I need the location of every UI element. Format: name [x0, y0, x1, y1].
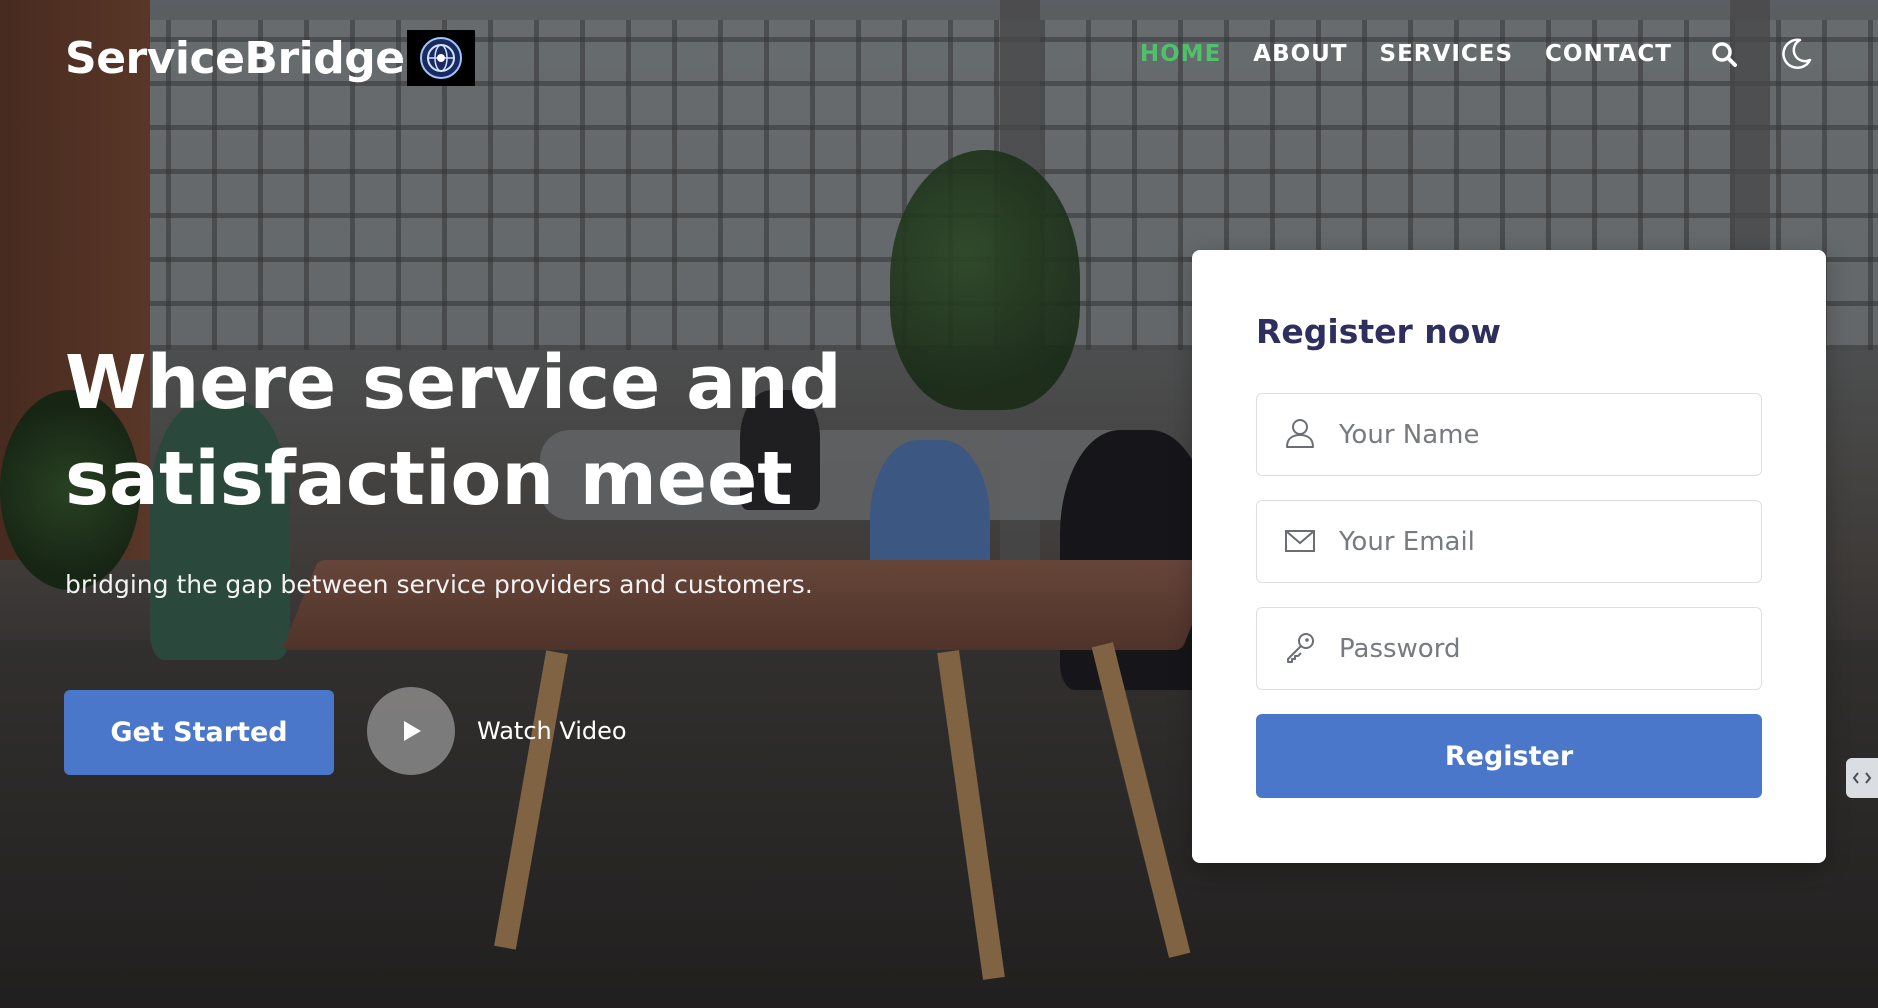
name-input[interactable] [1339, 419, 1739, 450]
hero-title-line-1: Where service and [65, 340, 842, 426]
nav-contact[interactable]: CONTACT [1545, 41, 1672, 67]
nav-services[interactable]: SERVICES [1380, 41, 1514, 67]
get-started-button[interactable]: Get Started [64, 690, 334, 775]
moon-icon[interactable] [1776, 34, 1816, 74]
globe-icon [406, 30, 475, 86]
register-card: Register now Register [1192, 250, 1826, 863]
register-button[interactable]: Register [1256, 714, 1762, 798]
password-field[interactable] [1256, 607, 1762, 690]
envelope-icon [1283, 523, 1317, 561]
name-field[interactable] [1256, 393, 1762, 476]
register-title: Register now [1256, 312, 1501, 351]
watch-video-link[interactable]: Watch Video [367, 687, 627, 775]
code-icon [1852, 772, 1872, 784]
email-input[interactable] [1339, 526, 1739, 557]
hero-title-line-2: satisfaction meet [65, 436, 793, 522]
key-icon [1283, 630, 1317, 668]
nav-home[interactable]: HOME [1140, 41, 1221, 67]
search-icon[interactable] [1704, 34, 1744, 74]
hero-title: Where service and satisfaction meet [65, 335, 965, 527]
main-nav: HOME ABOUT SERVICES CONTACT [1140, 34, 1816, 74]
user-icon [1283, 416, 1317, 454]
brand-name: ServiceBridge [65, 32, 405, 84]
hero-subtitle: bridging the gap between service provide… [65, 570, 813, 599]
password-input[interactable] [1339, 633, 1739, 664]
nav-about[interactable]: ABOUT [1253, 41, 1347, 67]
play-icon [404, 721, 421, 741]
side-widget-tab[interactable] [1846, 758, 1878, 798]
email-field[interactable] [1256, 500, 1762, 583]
brand-logo[interactable]: ServiceBridge [65, 30, 475, 86]
play-button[interactable] [367, 687, 455, 775]
site-header: ServiceBridge HOME ABOUT SERVICES CONTAC… [0, 0, 1878, 110]
watch-video-label: Watch Video [477, 717, 627, 745]
